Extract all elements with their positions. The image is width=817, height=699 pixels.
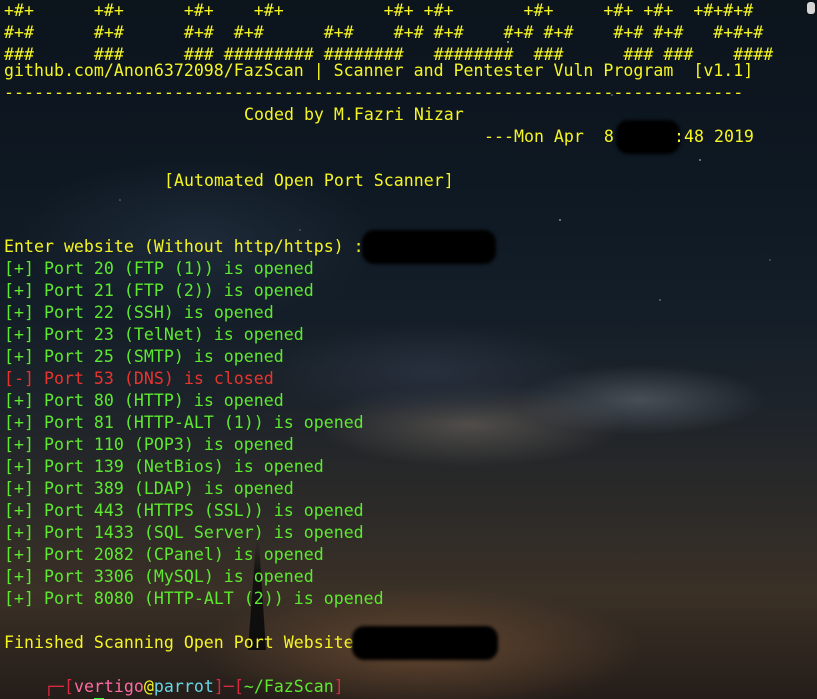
prompt-host: parrot — [153, 677, 214, 696]
open-marker: [+] — [4, 435, 34, 454]
open-marker: [+] — [4, 523, 34, 542]
shell-prompt-line-1: ┌─[vertigo@parrot]─[~/FazScan] — [4, 654, 344, 696]
port-result-row: [+] Port 20 (FTP (1)) is opened — [4, 258, 314, 280]
port-result-text: Port 443 (HTTPS (SSL)) is opened — [43, 501, 364, 520]
finished-message: Finished Scanning Open Port Website — [4, 633, 354, 652]
date-prefix: ---Mon Apr 8 — [484, 127, 614, 146]
banner-line-2: #+# #+# #+# #+# #+# #+# #+# #+# #+# #+# … — [4, 23, 764, 42]
prompt-dash: ─ — [223, 677, 234, 696]
redaction-website-finished — [352, 626, 498, 660]
prompt-rbracket: ] — [213, 677, 224, 696]
port-result-text: Port 80 (HTTP) is opened — [43, 391, 284, 410]
port-result-text: Port 3306 (MySQL) is opened — [43, 567, 314, 586]
open-marker: [+] — [4, 303, 34, 322]
closed-marker: [-] — [4, 369, 34, 388]
github-line: github.com/Anon6372098/FazScan | Scanner… — [4, 61, 754, 80]
prompt-lpath: [ — [233, 677, 244, 696]
port-result-text: Port 21 (FTP (2)) is opened — [43, 281, 314, 300]
port-result-text: Port 22 (SSH) is opened — [43, 303, 274, 322]
port-result-row: [+] Port 80 (HTTP) is opened — [4, 390, 284, 412]
port-result-text: Port 1433 (SQL Server) is opened — [43, 523, 364, 542]
shell-prompt-line-2[interactable]: └──╼$ — [4, 676, 104, 699]
port-result-row: [+] Port 139 (NetBios) is opened — [4, 456, 324, 478]
separator-line: ----------------------------------------… — [4, 83, 744, 102]
port-result-text: Port 2082 (CPanel) is opened — [43, 545, 324, 564]
prompt-at: @ — [143, 677, 154, 696]
port-result-text: Port 8080 (HTTP-ALT (2)) is opened — [43, 589, 384, 608]
port-result-row: [+] Port 23 (TelNet) is opened — [4, 324, 304, 346]
port-result-text: Port 53 (DNS) is closed — [43, 369, 274, 388]
port-result-text: Port 25 (SMTP) is opened — [43, 347, 284, 366]
port-result-row: [+] Port 25 (SMTP) is opened — [4, 346, 284, 368]
terminal-window[interactable]: +#+ +#+ +#+ +#+ +#+ +#+ +#+ +#+ +#+ +#+#… — [0, 0, 817, 699]
port-result-text: Port 20 (FTP (1)) is opened — [43, 259, 314, 278]
port-result-text: Port 23 (TelNet) is opened — [43, 325, 304, 344]
banner-line-1: +#+ +#+ +#+ +#+ +#+ +#+ +#+ +#+ +#+ +#+#… — [4, 1, 754, 20]
open-marker: [+] — [4, 391, 34, 410]
port-result-row: [+] Port 110 (POP3) is opened — [4, 434, 294, 456]
port-result-text: Port 110 (POP3) is opened — [43, 435, 294, 454]
port-result-text: Port 139 (NetBios) is opened — [43, 457, 324, 476]
open-marker: [+] — [4, 545, 34, 564]
open-marker: [+] — [4, 479, 34, 498]
port-result-row: [+] Port 8080 (HTTP-ALT (2)) is opened — [4, 588, 384, 610]
coded-by: Coded by M.Fazri Nizar — [244, 105, 464, 124]
open-marker: [+] — [4, 259, 34, 278]
port-result-row: [+] Port 22 (SSH) is opened — [4, 302, 274, 324]
port-result-row: [+] Port 1433 (SQL Server) is opened — [4, 522, 364, 544]
open-marker: [+] — [4, 501, 34, 520]
date-suffix: :48 2019 — [674, 127, 754, 146]
port-result-row: [+] Port 443 (HTTPS (SSL)) is opened — [4, 500, 364, 522]
prompt-rpath: ] — [333, 677, 344, 696]
port-result-row: [+] Port 3306 (MySQL) is opened — [4, 566, 314, 588]
open-marker: [+] — [4, 347, 34, 366]
port-result-text: Port 389 (LDAP) is opened — [43, 479, 294, 498]
open-marker: [+] — [4, 567, 34, 586]
port-result-row: [+] Port 2082 (CPanel) is opened — [4, 544, 324, 566]
redaction-website — [362, 230, 496, 264]
port-result-row: [+] Port 81 (HTTP-ALT (1)) is opened — [4, 412, 364, 434]
open-marker: [+] — [4, 325, 34, 344]
open-marker: [+] — [4, 281, 34, 300]
mode-title: [Automated Open Port Scanner] — [164, 171, 454, 190]
redaction-time — [616, 120, 680, 154]
port-result-row: [+] Port 21 (FTP (2)) is opened — [4, 280, 314, 302]
port-result-row: [+] Port 389 (LDAP) is opened — [4, 478, 294, 500]
prompt-path: ~/FazScan — [243, 677, 334, 696]
open-marker: [+] — [4, 457, 34, 476]
port-result-text: Port 81 (HTTP-ALT (1)) is opened — [43, 413, 364, 432]
port-result-row: [-] Port 53 (DNS) is closed — [4, 368, 274, 390]
open-marker: [+] — [4, 589, 34, 608]
website-prompt: Enter website (Without http/https) : — [4, 237, 364, 256]
scrollbar-thumb[interactable] — [807, 2, 815, 14]
open-marker: [+] — [4, 413, 34, 432]
